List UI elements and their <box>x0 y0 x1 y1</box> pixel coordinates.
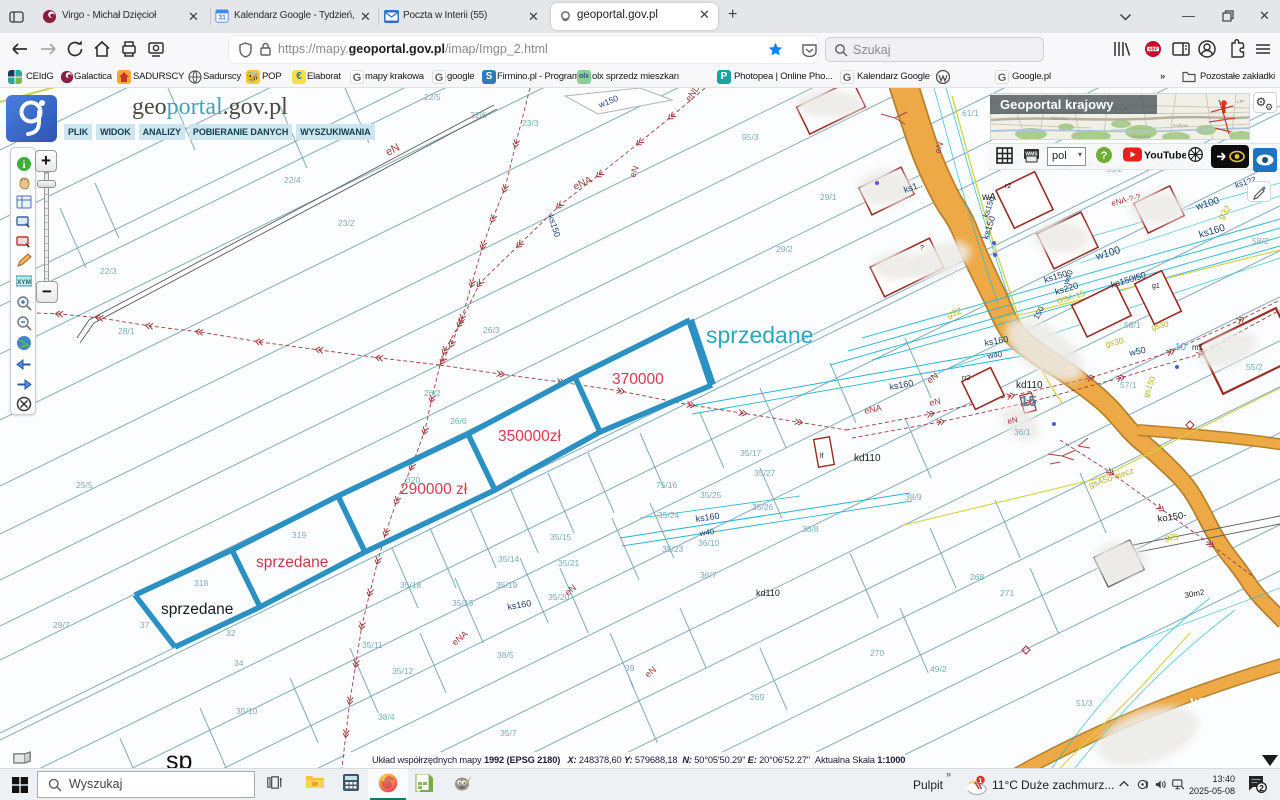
svg-text:34: 34 <box>234 658 244 668</box>
svg-text:23/3: 23/3 <box>522 118 539 128</box>
svg-text:269: 269 <box>750 692 764 702</box>
svg-text:35/26: 35/26 <box>752 502 774 512</box>
svg-text:290000 zł: 290000 zł <box>400 481 468 498</box>
svg-text:35/7: 35/7 <box>500 728 517 738</box>
svg-text:ABP: ABP <box>1148 47 1158 52</box>
svg-text:22/6: 22/6 <box>470 110 487 120</box>
svg-text:29/2: 29/2 <box>776 244 793 254</box>
svg-text:319: 319 <box>292 530 306 540</box>
svg-text:95/3: 95/3 <box>742 132 759 142</box>
svg-text:268: 268 <box>970 572 984 582</box>
svg-text:35/10: 35/10 <box>236 706 258 716</box>
svg-text:22/5: 22/5 <box>424 92 441 102</box>
svg-text:271: 271 <box>1000 588 1014 598</box>
svg-text:35/18: 35/18 <box>400 580 422 590</box>
svg-text:i: i <box>22 159 25 171</box>
svg-text:55/2: 55/2 <box>1246 362 1263 372</box>
svg-text:35/13: 35/13 <box>452 598 474 608</box>
svg-text:sprzedane: sprzedane <box>706 322 813 348</box>
svg-text:35/25: 35/25 <box>700 490 722 500</box>
svg-text:LIP: LIP <box>1237 99 1244 104</box>
svg-text:r2: r2 <box>1005 183 1011 190</box>
svg-text:YouTube: YouTube <box>1144 150 1186 162</box>
svg-text:35/21: 35/21 <box>558 558 580 568</box>
svg-text:35/23: 35/23 <box>662 544 684 554</box>
svg-text:25/5: 25/5 <box>76 480 93 490</box>
svg-text:?: ? <box>920 245 924 252</box>
svg-text:36/10: 36/10 <box>698 538 720 548</box>
svg-text:XYM: XYM <box>17 279 31 286</box>
svg-text:318: 318 <box>194 578 208 588</box>
svg-text:g25: g25 <box>1165 533 1179 542</box>
svg-text:35/19: 35/19 <box>496 580 518 590</box>
svg-text:35/17: 35/17 <box>740 448 762 458</box>
svg-text:kd110: kd110 <box>1016 380 1043 391</box>
svg-text:36/1: 36/1 <box>1014 427 1031 437</box>
svg-text:22/3: 22/3 <box>100 266 117 276</box>
svg-text:Wieliczka: Wieliczka <box>1131 134 1150 139</box>
svg-text:rr2: rr2 <box>962 375 971 382</box>
svg-text:Zielonki: Zielonki <box>1051 116 1067 121</box>
svg-text:sprzedane: sprzedane <box>256 554 328 571</box>
svg-text:sprzedane: sprzedane <box>161 601 233 618</box>
svg-text:29/7: 29/7 <box>53 620 70 630</box>
svg-text:kd110: kd110 <box>854 453 881 464</box>
svg-text:35/24: 35/24 <box>658 510 680 520</box>
svg-text:2: 2 <box>1259 783 1264 793</box>
svg-text:26/3: 26/3 <box>483 325 500 335</box>
svg-text:51/3: 51/3 <box>1076 698 1093 708</box>
svg-text:35/27: 35/27 <box>754 468 776 478</box>
svg-text:75/16: 75/16 <box>656 480 678 490</box>
svg-text:10: 10 <box>1175 342 1187 353</box>
svg-text:26/2: 26/2 <box>424 388 441 398</box>
svg-text:22/4: 22/4 <box>284 175 301 185</box>
svg-text:37: 37 <box>140 620 150 630</box>
svg-text:15: 15 <box>1020 393 1037 410</box>
svg-text:23/2: 23/2 <box>338 218 355 228</box>
svg-text:38/9: 38/9 <box>905 492 922 502</box>
svg-text:49/2: 49/2 <box>930 664 947 674</box>
svg-text:wA: wA <box>981 192 996 203</box>
svg-text:g1: g1 <box>1152 283 1160 290</box>
svg-text:38/4: 38/4 <box>378 712 395 722</box>
svg-text:61/1: 61/1 <box>962 108 979 118</box>
svg-text:38/5: 38/5 <box>497 650 514 660</box>
svg-text:57/1: 57/1 <box>1120 380 1137 390</box>
svg-text:1: 1 <box>979 778 983 785</box>
svg-text:kd110: kd110 <box>756 588 780 598</box>
svg-text:370000: 370000 <box>612 371 664 388</box>
svg-text:36/7: 36/7 <box>700 570 717 580</box>
svg-text:?: ? <box>1101 150 1108 162</box>
svg-text:26/6: 26/6 <box>450 416 467 426</box>
svg-text:35/14: 35/14 <box>498 554 520 564</box>
svg-text:WMS: WMS <box>1025 152 1038 158</box>
svg-text:270: 270 <box>870 648 884 658</box>
svg-text:35/15: 35/15 <box>550 532 572 542</box>
svg-text:39: 39 <box>625 663 635 673</box>
svg-text:32: 32 <box>226 628 236 638</box>
svg-text:350000zł: 350000zł <box>498 428 561 445</box>
svg-text:28/1: 28/1 <box>118 326 135 336</box>
svg-text:35/11: 35/11 <box>362 640 383 650</box>
svg-text:m1: m1 <box>1192 343 1204 352</box>
svg-text:Kraków: Kraków <box>1173 123 1189 128</box>
svg-text:⚙: ⚙ <box>1265 102 1273 112</box>
svg-text:58/2: 58/2 <box>1252 236 1269 246</box>
svg-text:38/8: 38/8 <box>802 524 819 534</box>
svg-text:58/1: 58/1 <box>1124 320 1141 330</box>
svg-text:29/1: 29/1 <box>820 192 837 202</box>
svg-text:lf: lf <box>820 453 824 460</box>
svg-text:35/12: 35/12 <box>392 666 414 676</box>
svg-text:31: 31 <box>218 15 226 22</box>
